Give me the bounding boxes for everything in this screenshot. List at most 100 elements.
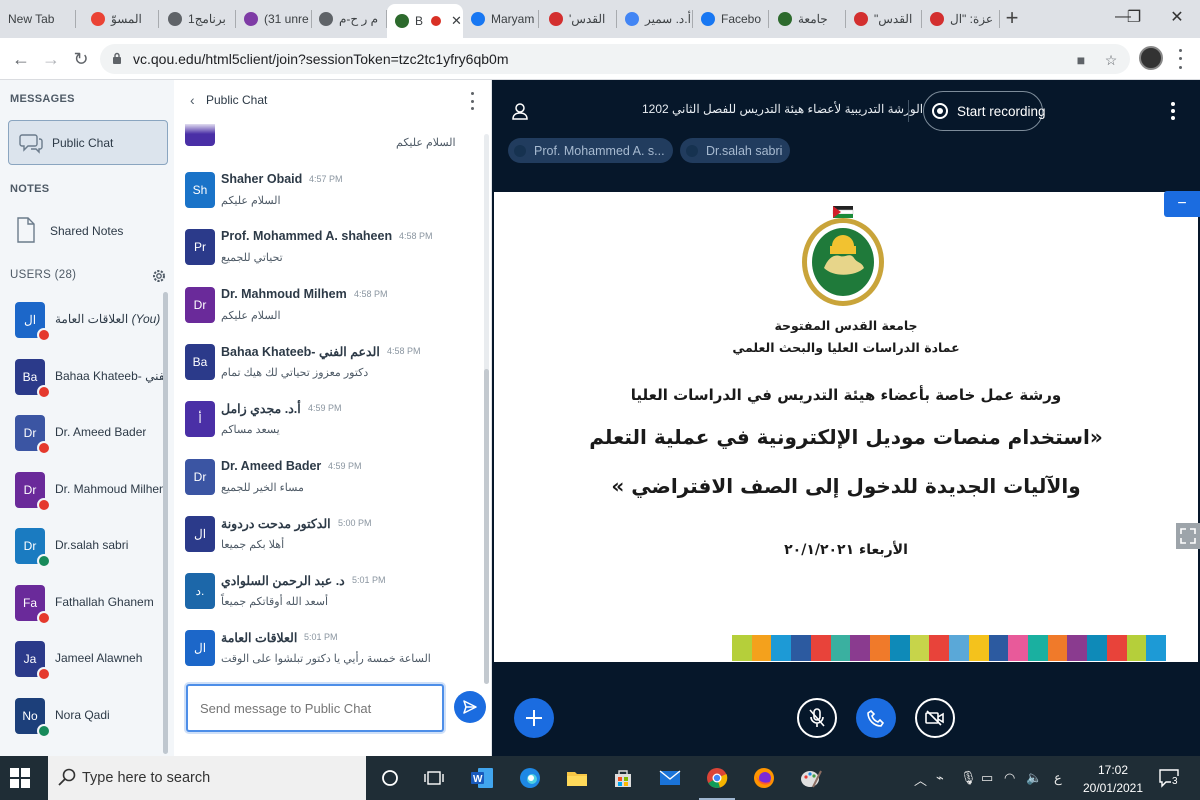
share-webcam-button[interactable] — [915, 698, 955, 738]
tab-title: عزة: "ال — [950, 12, 994, 26]
tab-favicon-icon — [244, 12, 258, 26]
browser-tab[interactable]: "القدس — [846, 0, 922, 38]
browser-menu-icon[interactable] — [1170, 46, 1190, 72]
word-icon[interactable]: W — [470, 766, 494, 790]
bookmark-star-icon[interactable]: ☆ — [1103, 52, 1119, 68]
browser-tab[interactable]: 'القدس — [541, 0, 617, 38]
stripe-segment — [771, 635, 792, 661]
user-list-item[interactable]: ال العلاقات العامة (You) — [0, 298, 162, 342]
start-recording-button[interactable]: Start recording — [923, 91, 1046, 131]
stripe-segment — [1008, 635, 1029, 661]
taskbar-clock[interactable]: 17:02 20/01/2021 — [1080, 761, 1146, 797]
file-explorer-icon[interactable] — [565, 766, 589, 790]
users-scrollbar[interactable] — [163, 292, 168, 754]
browser-tab[interactable]: Maryam — [463, 0, 539, 38]
tab-favicon-icon — [319, 12, 333, 26]
avatar-initials: د. — [195, 584, 205, 599]
speaker-icon[interactable]: 🔈 — [1026, 770, 1042, 786]
avatar: Fa — [15, 584, 51, 625]
taskbar-search-box[interactable]: Type here to search — [48, 756, 366, 800]
microphone-tray-icon[interactable]: 🎙 — [960, 770, 977, 786]
paint-icon[interactable] — [799, 766, 823, 790]
browser-tab[interactable]: أ.د. سمير — [617, 0, 693, 38]
close-window-button[interactable]: ✕ — [1154, 0, 1200, 34]
notes-heading: NOTES — [10, 183, 50, 195]
notification-count: 3 — [1171, 776, 1179, 787]
user-list-item[interactable]: Dr Dr.salah sabri — [0, 524, 162, 568]
user-list-item[interactable]: Ba Bahaa Khateeb- الفني — [0, 355, 163, 399]
fullscreen-icon[interactable] — [1176, 523, 1200, 549]
edge-icon[interactable] — [518, 766, 542, 790]
tab-title: م ر ح-م — [339, 12, 379, 26]
reload-icon[interactable]: ↻ — [68, 46, 94, 72]
chevron-left-icon[interactable]: ‹ — [190, 92, 195, 108]
chat-options-icon[interactable] — [468, 92, 476, 110]
chrome-icon[interactable] — [705, 766, 729, 790]
browser-tab[interactable]: 1برنامج — [160, 0, 236, 38]
message-text: مساء الخير للجميع — [221, 481, 304, 494]
gear-icon[interactable] — [151, 268, 167, 284]
divider — [908, 100, 909, 122]
chat-message: Sh Shaher Obaid 4:57 PM السلام عليكم — [174, 166, 478, 223]
actions-plus-button[interactable] — [514, 698, 554, 738]
user-list-item[interactable]: Ja Jameel Alawneh — [0, 637, 162, 681]
address-bar[interactable]: vc.qou.edu/html5client/join?sessionToken… — [100, 44, 1130, 74]
user-list-toggle-icon[interactable] — [512, 102, 528, 120]
send-message-button[interactable] — [454, 691, 486, 723]
show-hidden-icons-chevron[interactable]: ︿ — [914, 770, 927, 789]
battery-icon[interactable]: ▭ — [981, 770, 993, 786]
browser-tab[interactable]: عزة: "ال — [922, 0, 1000, 38]
mail-icon[interactable] — [658, 766, 682, 790]
user-name-text: Fathallah Ghanem — [55, 594, 154, 609]
user-list-item[interactable]: Fa Fathallah Ghanem — [0, 581, 162, 625]
restore-window-button[interactable]: ❐ — [1112, 0, 1156, 34]
minimize-presentation-button[interactable]: − — [1164, 191, 1200, 217]
user-list-item[interactable]: Dr Dr. Ameed Bader — [0, 411, 162, 455]
avatar: د. — [185, 573, 215, 610]
action-center-icon[interactable]: 3 — [1158, 768, 1184, 790]
camera-off-icon — [925, 710, 944, 726]
avatar-initials: أ — [198, 412, 202, 427]
meet-now-icon[interactable]: ⌁ — [936, 770, 944, 786]
user-name: Jameel Alawneh — [55, 651, 142, 665]
store-icon[interactable] — [611, 766, 635, 790]
task-view-icon[interactable] — [422, 766, 446, 790]
chat-message-input[interactable] — [186, 684, 444, 732]
cortana-icon[interactable] — [378, 766, 402, 790]
browser-tab[interactable]: م ر ح-م — [311, 0, 387, 38]
leave-audio-button[interactable] — [856, 698, 896, 738]
browser-tab[interactable]: New Tab — [0, 0, 76, 38]
browser-tab[interactable]: Facebo — [693, 0, 769, 38]
avatar: Ba — [15, 358, 51, 399]
browser-tab[interactable]: B ✕ — [387, 4, 463, 38]
firefox-icon[interactable] — [752, 766, 776, 790]
browser-tab[interactable]: (31 unre — [236, 0, 312, 38]
unmute-microphone-button[interactable] — [797, 698, 837, 738]
back-arrow-icon[interactable]: ← — [8, 46, 34, 72]
browser-tab[interactable]: المسوّ — [83, 0, 159, 38]
forward-arrow-icon[interactable]: → — [38, 46, 64, 72]
lock-icon — [113, 52, 121, 64]
profile-avatar[interactable] — [1139, 46, 1163, 70]
wifi-icon[interactable]: ◠ — [1004, 770, 1015, 786]
user-list-item[interactable]: No Nora Qadi — [0, 694, 162, 738]
chat-title[interactable]: Public Chat — [206, 93, 267, 107]
audio-status-icon — [37, 554, 51, 568]
chat-scrollbar[interactable] — [484, 134, 489, 684]
user-list-item[interactable]: Dr Dr. Mahmoud Milhem — [0, 468, 163, 512]
message-text: أهلا بكم جميعا — [221, 538, 285, 551]
windows-start-icon[interactable] — [10, 768, 30, 788]
camera-blocked-icon[interactable]: ■ — [1073, 52, 1089, 68]
message-time: 5:00 PM — [338, 517, 372, 528]
sidebar-item-public-chat[interactable]: Public Chat — [8, 120, 168, 165]
browser-tab[interactable]: جامعة — [770, 0, 846, 38]
sidebar-item-shared-notes[interactable]: Shared Notes — [8, 212, 168, 248]
chat-scroll-thumb[interactable] — [484, 369, 489, 684]
close-tab-icon[interactable]: ✕ — [451, 13, 462, 29]
new-tab-button[interactable]: + — [1000, 5, 1024, 30]
session-options-icon[interactable] — [1170, 102, 1176, 120]
message-sender: Prof. Mohammed A. shaheen — [221, 229, 393, 244]
stripe-segment — [1087, 635, 1107, 661]
input-language-indicator[interactable]: ع — [1054, 770, 1062, 786]
audio-status-icon — [37, 497, 51, 512]
